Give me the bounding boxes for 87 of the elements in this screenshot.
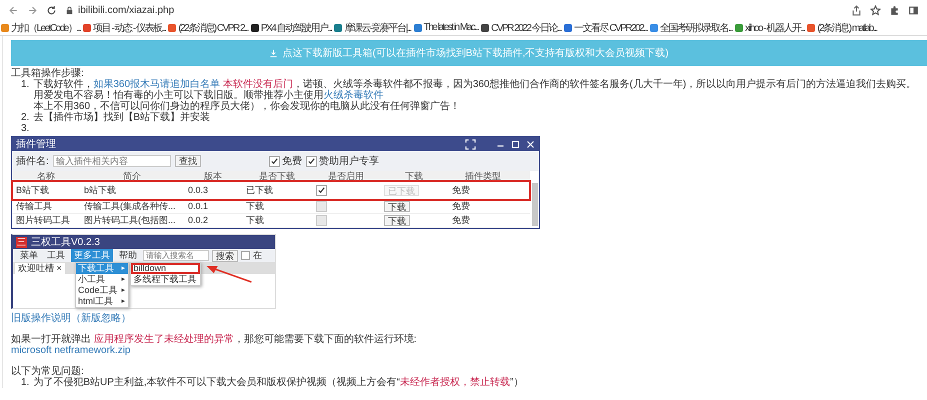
faq-text: 为了不侵犯B站UP主利益,本软件不可以下载大会员和版权保护视频（视频上方会有“未经作者授权，禁止转载”）: [33, 377, 524, 388]
table-cell-text: 已下载: [245, 184, 274, 196]
step-text: 去【插件市场】找到【B站下载】并安装: [33, 112, 212, 123]
checkbox[interactable]: [316, 201, 327, 212]
step-text: 下载好软件，如果360报木马请追加白名单 本软件没有后门，诺顿、火绒等杀毒软件都不报毒，因为360想推他们合作商的软件签名服务(几大千一年)，所以以向用户提示有后门的方法逼迫我们去购买。用爱发电不容易！怕有毒的小主可以下载旧版。顺带推荐小主使用火绒杀毒软件: [33, 79, 918, 101]
share-icon[interactable]: [851, 4, 862, 16]
menu-item[interactable]: 帮助: [116, 249, 140, 262]
search-button[interactable]: 搜索: [212, 250, 238, 262]
table-cell-text: b站下载: [83, 184, 118, 196]
list-number: 3.: [21, 123, 30, 134]
download-button[interactable]: 下载: [384, 201, 410, 212]
bookmark-link[interactable]: 一文看尽 CVPR202...: [574, 20, 648, 34]
table-cell-text: B站下载: [15, 184, 50, 196]
scrollbar[interactable]: [532, 183, 538, 226]
column-header: 版本: [203, 171, 223, 181]
search-field[interactable]: 输入插件相关内容: [52, 155, 171, 167]
bookmark-link[interactable]: 摩课云-竞赛平台|...: [344, 20, 411, 34]
pointer-arrow: [204, 264, 253, 284]
table-cell-text: 传输工具: [15, 201, 53, 212]
back-icon[interactable]: [8, 4, 19, 16]
menu-item[interactable]: 工具: [44, 249, 68, 262]
table-cell-text: 0.0.3: [187, 184, 210, 196]
close-icon[interactable]: [526, 140, 535, 148]
bookmark-link[interactable]: The latest in Mac...: [424, 22, 478, 33]
tab[interactable]: 欢迎吐槽 ×: [15, 263, 65, 274]
column-header: 名称: [36, 171, 56, 181]
bookmark-link[interactable]: CVPR 2022 今日论...: [491, 20, 562, 34]
download-link[interactable]: microsoft netframework.zip: [11, 345, 927, 356]
checkbox[interactable]: [306, 156, 317, 166]
checkbox[interactable]: [316, 184, 327, 196]
table-cell-text: 免费: [451, 215, 471, 226]
reload-icon[interactable]: [46, 4, 57, 16]
bookmark-link[interactable]: PX4 自动驾驶用户...: [260, 20, 332, 34]
list-number: 1.: [21, 377, 30, 388]
table-cell-text: 传输工具(集成各种传...: [83, 201, 176, 212]
checkbox[interactable]: [268, 156, 280, 166]
bookmark-link[interactable]: (2条消息) matlab...: [817, 20, 877, 34]
column-header: 是否下载: [258, 171, 296, 181]
puzzle-icon[interactable]: [889, 4, 900, 16]
download-icon: [269, 48, 278, 58]
table-cell-text: 下载: [245, 201, 265, 212]
checkbox[interactable]: [316, 215, 327, 226]
bookmark-link[interactable]: 全国考研拟录取名...: [660, 20, 732, 34]
bookmark-link[interactable]: 项目 - 动态 - 仪表板...: [93, 20, 166, 34]
search-field[interactable]: 请输入搜索名: [143, 250, 209, 261]
table-cell-text: 下载: [245, 215, 265, 226]
bookmark-link[interactable]: 力扣（LeetCode）...: [11, 20, 80, 34]
list-number: 2.: [21, 112, 30, 123]
window-title: 插件管理: [16, 138, 56, 150]
checkbox-label: 赞助用户专享: [318, 156, 379, 166]
table-cell-text: 免费: [451, 201, 471, 212]
column-header: 插件类型: [464, 171, 502, 181]
address-field[interactable]: ibilibili.com/xiazai.php: [78, 4, 174, 16]
download-button[interactable]: 下载: [384, 215, 410, 226]
forward-icon[interactable]: [27, 4, 38, 16]
list-number: 1.: [21, 79, 30, 92]
column-header: 简介: [122, 171, 142, 181]
menu-item[interactable]: 多线程下载工具: [130, 274, 200, 285]
maximize-icon[interactable]: [511, 140, 520, 148]
checkbox-label: 免费: [282, 156, 302, 166]
lock-icon: [65, 6, 74, 14]
window-title: 三权工具V0.2.3: [31, 236, 100, 248]
window-icon[interactable]: [908, 4, 919, 16]
bookmark-link[interactable]: xiihoo - 机器人开...: [744, 20, 804, 34]
section-title: 工具箱操作步骤:: [11, 68, 85, 79]
menu-item[interactable]: billdown: [130, 263, 200, 274]
table-cell-text: 图片转码工具(包括图...: [83, 215, 176, 226]
step-text: 本上不用360，不信可以问你们身边的程序员大佬），你会发现你的电脑从此没有任何弹窗广告！: [33, 101, 462, 112]
bookmark-link[interactable]: (22条消息) CVPR 2...: [178, 20, 248, 34]
error-note: 如果一打开就弹出 应用程序发生了未经处理的异常，那您可能需要下载下面的软件运行环境:: [11, 334, 418, 345]
star-icon[interactable]: [870, 4, 881, 16]
checkbox-label: 在: [253, 250, 262, 261]
menu-item[interactable]: 更多工具: [71, 249, 113, 262]
table-cell-text: 免费: [451, 184, 471, 196]
column-header: 是否启用: [327, 171, 365, 181]
find-button[interactable]: 查找: [174, 155, 201, 167]
field-label: 插件名:: [16, 156, 49, 166]
app-logo: 三: [16, 236, 27, 248]
column-header: 下载: [404, 171, 424, 181]
table-cell-text: 0.0.2: [187, 215, 210, 226]
fullscreen-icon[interactable]: [465, 138, 476, 150]
old-guide-link[interactable]: 旧版操作说明（新版忽略）: [11, 313, 927, 324]
section-title: 以下为常见问题:: [11, 366, 85, 377]
table-cell-text: 图片转码工具: [15, 215, 71, 226]
table-cell-text: 0.0.1: [187, 201, 210, 212]
checkbox[interactable]: [241, 251, 250, 260]
menu-item[interactable]: 菜单: [17, 249, 41, 262]
